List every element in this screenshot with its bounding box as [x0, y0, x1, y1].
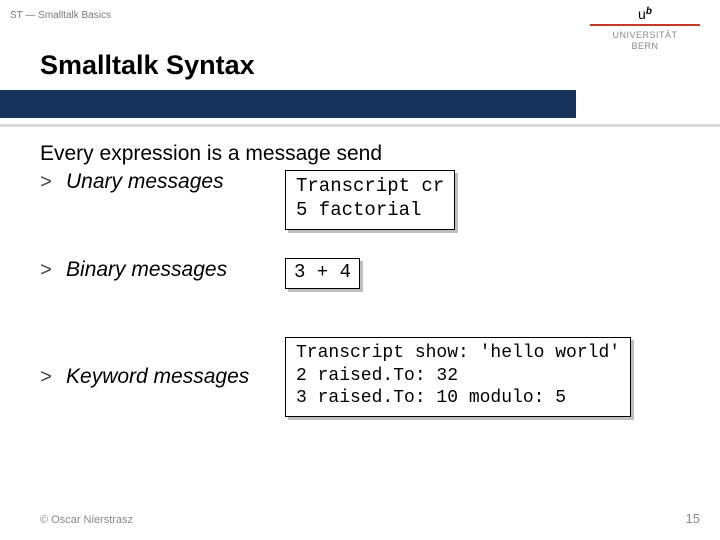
logo-text-2: BERN: [590, 41, 700, 52]
bullet-label: Keyword messages: [66, 365, 249, 389]
bullet-unary: > Unary messages: [40, 170, 285, 195]
chevron-right-icon: >: [40, 260, 52, 283]
bullet-binary: > Binary messages: [40, 258, 285, 283]
logo-divider: [590, 24, 700, 26]
lead-text: Every expression is a message send: [40, 142, 680, 166]
content-body: Every expression is a message send > Una…: [40, 142, 680, 417]
logo-text-1: UNIVERSITÄT: [590, 30, 700, 41]
slide: ST — Smalltalk Basics Smalltalk Syntax u…: [0, 0, 720, 540]
list-item: > Unary messages Transcript cr 5 factori…: [40, 170, 680, 230]
bullet-label: Binary messages: [66, 258, 227, 282]
logo-u: u: [638, 6, 646, 22]
list-item: > Binary messages 3 + 4: [40, 258, 680, 290]
footer-copyright: © Oscar Nierstrasz: [40, 514, 133, 526]
logo-b: b: [646, 6, 652, 17]
list-item: > Keyword messages Transcript show: 'hel…: [40, 337, 680, 417]
page-number: 15: [686, 511, 700, 526]
code-binary: 3 + 4: [285, 258, 360, 290]
bullet-label: Unary messages: [66, 170, 224, 194]
divider: [0, 124, 720, 127]
page-title: Smalltalk Syntax: [40, 50, 255, 81]
code-unary: Transcript cr 5 factorial: [285, 170, 455, 230]
chevron-right-icon: >: [40, 172, 52, 195]
code-keyword: Transcript show: 'hello world' 2 raised.…: [285, 337, 631, 417]
breadcrumb: ST — Smalltalk Basics: [10, 10, 111, 21]
university-logo: ub UNIVERSITÄT BERN: [590, 6, 700, 52]
logo-mark: ub: [590, 6, 700, 22]
chevron-right-icon: >: [40, 367, 52, 390]
title-accent-bar: [0, 90, 576, 118]
bullet-keyword: > Keyword messages: [40, 365, 285, 390]
